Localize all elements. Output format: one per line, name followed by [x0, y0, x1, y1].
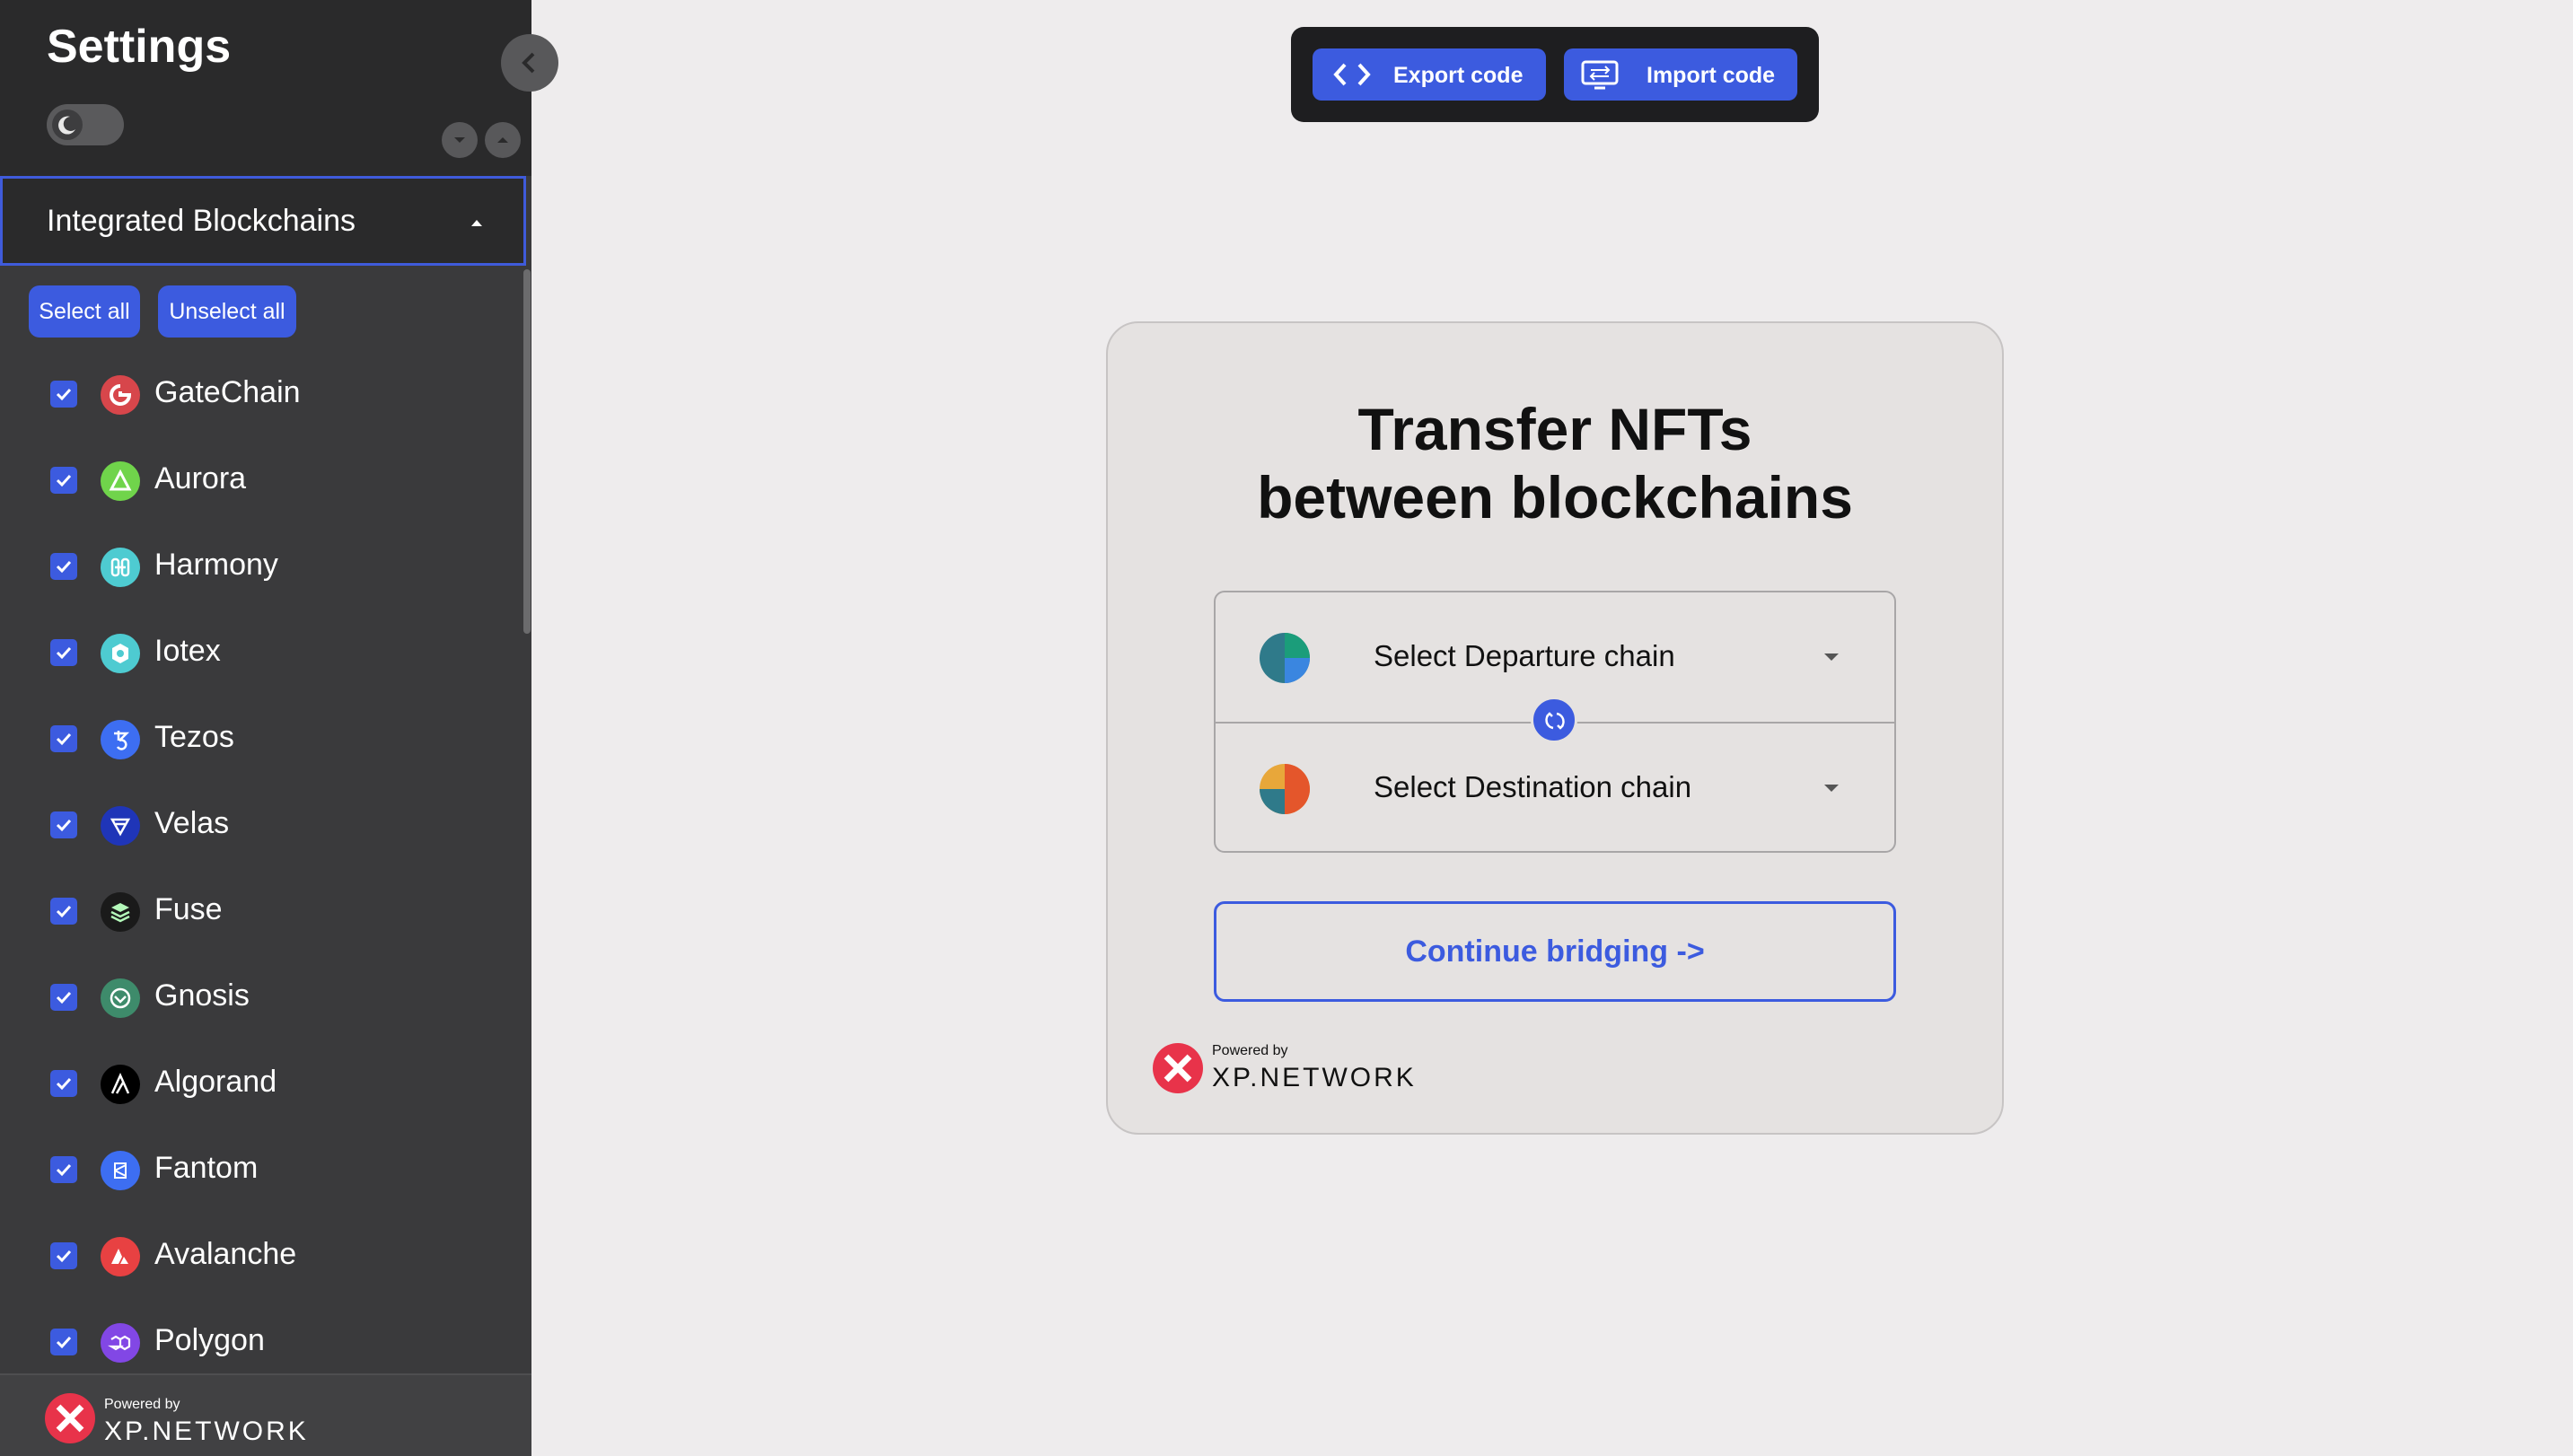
polygon-icon: [101, 1323, 140, 1363]
sidebar-footer: Powered by XP.NETWORK: [0, 1373, 531, 1456]
caret-down-icon: [1824, 785, 1839, 792]
collapse-sidebar-button[interactable]: [501, 34, 558, 92]
checkbox[interactable]: [50, 898, 77, 925]
chain-item-aurora[interactable]: Aurora: [0, 451, 521, 537]
collapse-all-button[interactable]: [485, 122, 521, 158]
checkbox[interactable]: [50, 811, 77, 838]
chain-name: Gnosis: [154, 978, 250, 1013]
caret-up-icon: [471, 220, 482, 226]
integrated-blockchains-accordion[interactable]: Integrated Blockchains: [0, 176, 526, 266]
checkbox[interactable]: [50, 639, 77, 666]
tezos-icon: [101, 720, 140, 759]
moon-icon: [52, 110, 83, 140]
checkbox[interactable]: [50, 1242, 77, 1269]
sidebar-header: Settings: [0, 0, 531, 176]
sidebar-scrollbar[interactable]: [523, 269, 531, 634]
checkbox[interactable]: [50, 553, 77, 580]
chain-item-iotex[interactable]: Iotex: [0, 623, 521, 709]
code-icon: [1333, 63, 1371, 86]
checkbox[interactable]: [50, 1329, 77, 1355]
xp-network-logo: [45, 1393, 95, 1443]
import-icon: [1581, 60, 1619, 90]
chain-name: Velas: [154, 806, 230, 840]
checkbox[interactable]: [50, 984, 77, 1011]
theme-toggle[interactable]: [47, 104, 124, 145]
swap-chains-button[interactable]: [1531, 697, 1577, 743]
chain-name: Iotex: [154, 634, 221, 668]
chain-name: Algorand: [154, 1065, 277, 1099]
expand-all-button[interactable]: [442, 122, 478, 158]
powered-by-label: Powered by: [1212, 1043, 1288, 1058]
fantom-icon: [101, 1151, 140, 1190]
chain-item-gatechain[interactable]: GateChain: [0, 364, 521, 451]
brand-name: XP.NETWORK: [104, 1417, 309, 1446]
destination-chain-icon: [1260, 764, 1310, 814]
continue-bridging-button[interactable]: Continue bridging ->: [1214, 901, 1896, 1002]
chain-name: Harmony: [154, 548, 278, 582]
caret-down-icon: [1824, 653, 1839, 661]
velas-icon: [101, 806, 140, 846]
chevron-down-icon: [454, 137, 465, 143]
chain-item-tezos[interactable]: Tezos: [0, 709, 521, 795]
code-toolbar: Export code Import code: [1291, 27, 1819, 122]
chain-item-fuse[interactable]: Fuse: [0, 881, 521, 968]
fuse-icon: [101, 892, 140, 932]
chain-name: Fantom: [154, 1151, 259, 1185]
checkbox[interactable]: [50, 381, 77, 408]
card-title: Transfer NFTs between blockchains: [1257, 396, 1853, 531]
chain-name: GateChain: [154, 375, 301, 409]
iotex-icon: [101, 634, 140, 673]
chain-name: Fuse: [154, 892, 223, 926]
swap-icon: [1545, 712, 1565, 730]
gnosis-icon: [101, 978, 140, 1018]
chevron-up-icon: [497, 137, 508, 143]
chain-name: Polygon: [154, 1323, 265, 1357]
chain-name: Avalanche: [154, 1237, 297, 1271]
powered-by-label: Powered by: [104, 1397, 180, 1412]
checkbox[interactable]: [50, 467, 77, 494]
checkbox[interactable]: [50, 1070, 77, 1097]
chain-item-avalanche[interactable]: Avalanche: [0, 1226, 521, 1312]
brand-name: XP.NETWORK: [1212, 1063, 1417, 1092]
export-code-button[interactable]: Export code: [1313, 48, 1546, 101]
chain-name: Tezos: [154, 720, 234, 754]
unselect-all-button[interactable]: Unselect all: [158, 285, 296, 338]
checkbox[interactable]: [50, 725, 77, 752]
chain-item-algorand[interactable]: Algorand: [0, 1054, 521, 1140]
accordion-label: Integrated Blockchains: [47, 204, 356, 238]
xp-network-logo: [1153, 1043, 1203, 1093]
chain-item-gnosis[interactable]: Gnosis: [0, 968, 521, 1054]
aurora-icon: [101, 461, 140, 501]
chevron-left-icon: [522, 52, 535, 74]
departure-chain-icon: [1260, 633, 1310, 683]
gatechain-icon: [101, 375, 140, 415]
chain-item-velas[interactable]: Velas: [0, 795, 521, 881]
harmony-icon: [101, 548, 140, 587]
chain-name: Aurora: [154, 461, 247, 496]
checkbox[interactable]: [50, 1156, 77, 1183]
settings-sidebar: Settings Integrated Blockchains Select a…: [0, 0, 531, 1456]
chain-item-fantom[interactable]: Fantom: [0, 1140, 521, 1226]
sidebar-title: Settings: [47, 21, 232, 73]
import-code-button[interactable]: Import code: [1564, 48, 1797, 101]
select-all-button[interactable]: Select all: [29, 285, 140, 338]
avalanche-icon: [101, 1237, 140, 1276]
algorand-icon: [101, 1065, 140, 1104]
chain-item-harmony[interactable]: Harmony: [0, 537, 521, 623]
